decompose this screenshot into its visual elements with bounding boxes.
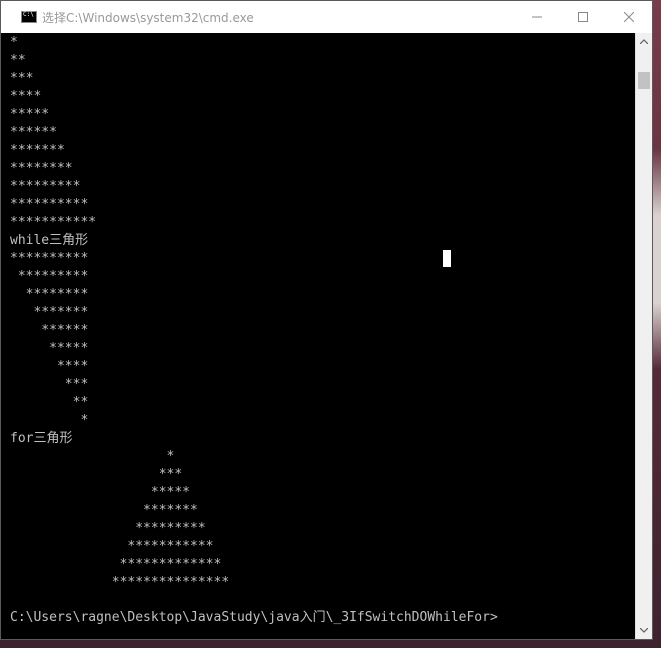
console-line: ****** (10, 125, 57, 140)
minimize-button[interactable] (514, 1, 560, 33)
console-line: *** (10, 377, 89, 392)
console-line: ******* (10, 143, 65, 158)
minimize-icon (532, 16, 542, 18)
console-line: ************* (10, 557, 222, 572)
console-line: *** (10, 467, 183, 482)
console-line: *** (10, 71, 34, 86)
console-line: ******* (10, 503, 198, 518)
maximize-icon (578, 12, 588, 22)
console-line: ********** (10, 251, 89, 266)
console-line: **** (10, 359, 89, 374)
console-line: ******** (10, 161, 73, 176)
console-line: *********** (10, 539, 214, 554)
close-button[interactable] (606, 1, 652, 33)
console-line: ********* (10, 521, 206, 536)
cmd-window: 选择C:\Windows\system32\cmd.exe **********… (0, 0, 653, 640)
console-line: ****** (10, 323, 89, 338)
console-line: * (10, 413, 89, 428)
console-line: ********* (10, 179, 81, 194)
console-line: **** (10, 89, 42, 104)
console-line: *********** (10, 215, 97, 230)
console-line: ** (10, 53, 26, 68)
console-line: for三角形 (10, 431, 73, 446)
chevron-down-icon (640, 628, 648, 633)
maximize-button[interactable] (560, 1, 606, 33)
vertical-scrollbar[interactable] (635, 33, 652, 639)
scroll-thumb[interactable] (638, 72, 650, 89)
console-output[interactable]: * ** *** **** ***** ****** ******* ******** ****… (1, 33, 635, 639)
text-cursor (443, 250, 451, 267)
console-line: ********* (10, 269, 89, 284)
console-line: while三角形 (10, 233, 89, 248)
close-icon (624, 12, 634, 22)
console-line: *************** (10, 575, 230, 590)
scroll-up-button[interactable] (636, 33, 652, 50)
window-title: 选择C:\Windows\system32\cmd.exe (42, 10, 254, 25)
console-line: ******** (10, 287, 89, 302)
window-controls (514, 1, 652, 33)
console-line: * (10, 449, 175, 464)
console-line: ***** (10, 341, 89, 356)
cmd-icon[interactable] (21, 11, 37, 23)
console-line: ***** (10, 485, 191, 500)
title-bar[interactable]: 选择C:\Windows\system32\cmd.exe (1, 1, 652, 33)
chevron-up-icon (640, 39, 648, 44)
console-line: ** (10, 395, 89, 410)
console-line: ***** (10, 107, 50, 122)
scroll-down-button[interactable] (636, 622, 652, 639)
console-line: C:\Users\ragne\Desktop\JavaStudy\java入门\… (10, 610, 498, 625)
console-line: ********** (10, 197, 89, 212)
console-line: * (10, 35, 18, 50)
console-line: ******* (10, 305, 89, 320)
